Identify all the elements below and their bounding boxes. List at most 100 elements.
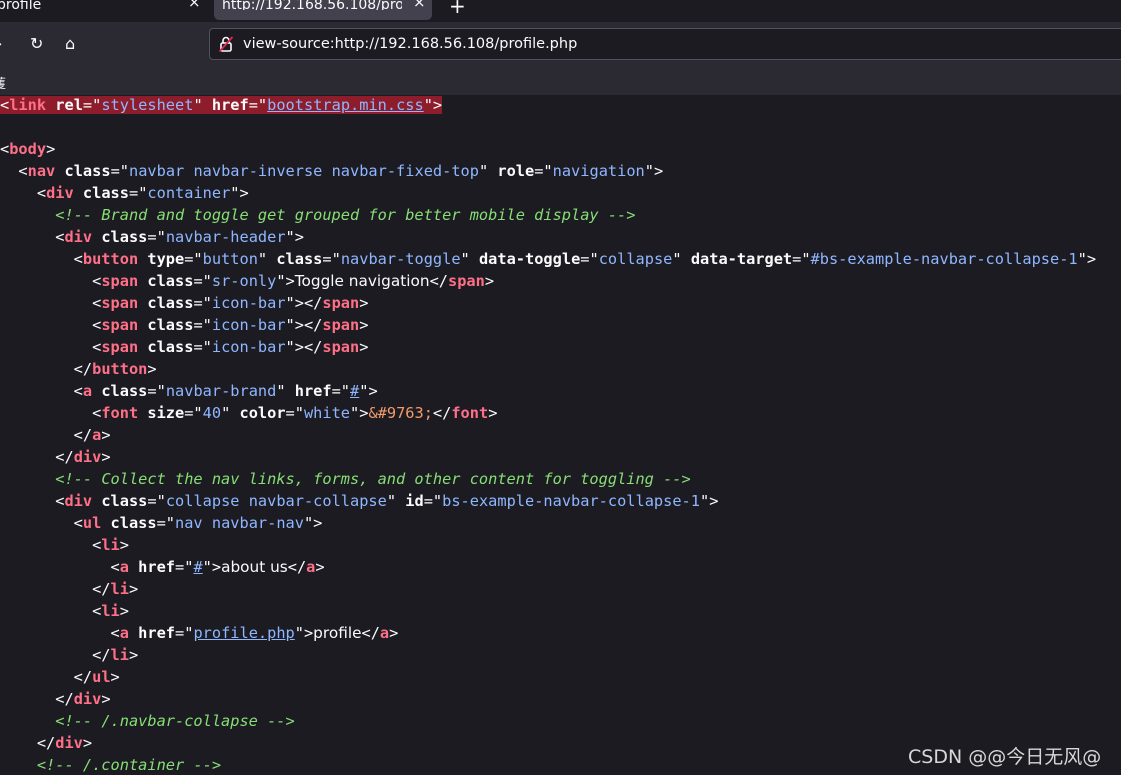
punctuation: < [0, 294, 102, 312]
punctuation: "> [1077, 250, 1097, 268]
punctuation: < [0, 272, 102, 290]
punctuation: > [46, 140, 56, 158]
source-line: <div class="container"> [0, 183, 249, 205]
reload-icon[interactable]: ↻ [30, 36, 43, 52]
punctuation [0, 712, 55, 730]
source-link[interactable]: # [193, 558, 202, 576]
attribute-name: data-toggle [478, 250, 581, 268]
punctuation: "> [699, 492, 719, 510]
tag-name: ul [82, 514, 102, 532]
attribute-value: navbar-brand [165, 382, 277, 400]
attribute-value: icon-bar [211, 338, 286, 356]
tag-name: a [119, 558, 129, 576]
attribute-value: button [202, 250, 258, 268]
page-source-view: <link rel="stylesheet" href="bootstrap.m… [0, 95, 1121, 775]
source-line: <li> [0, 601, 129, 623]
source-line: <a href="profile.php">profile</a> [0, 623, 399, 645]
tag-name: a [82, 382, 93, 400]
source-line: <li> [0, 535, 129, 557]
punctuation [138, 338, 147, 356]
punctuation: < [0, 184, 47, 202]
new-tab-plus-icon[interactable]: + [449, 0, 466, 18]
attribute-name: class [147, 272, 194, 290]
source-line: </a> [0, 425, 111, 447]
tag-name: nav [27, 162, 56, 180]
punctuation: > [119, 536, 129, 554]
attribute-value: icon-bar [211, 294, 286, 312]
punctuation: " [672, 250, 691, 268]
tab-strip: profile × http://192.168.56.108/profile.… [0, 0, 1121, 22]
punctuation: =" [193, 316, 212, 334]
source-line: <!-- Collect the nav links, forms, and o… [0, 469, 690, 491]
attribute-value: navbar-toggle [340, 250, 461, 268]
punctuation [129, 558, 138, 576]
source-line: </button> [0, 359, 157, 381]
punctuation: < [0, 96, 10, 114]
attribute-name: class [110, 514, 157, 532]
tag-name: button [92, 360, 148, 378]
punctuation: < [0, 338, 102, 356]
source-line: <span class="icon-bar"></span> [0, 337, 368, 359]
punctuation: </ [432, 404, 452, 422]
tag-name: font [101, 404, 139, 422]
punctuation [129, 624, 138, 642]
source-link[interactable]: bootstrap.min.css [267, 96, 424, 114]
punctuation: > [484, 272, 495, 290]
punctuation: =" [82, 96, 102, 114]
attribute-name: type [147, 250, 185, 268]
attribute-value: white [303, 404, 351, 422]
insecure-lock-icon[interactable] [219, 36, 233, 52]
punctuation: =" [322, 250, 341, 268]
punctuation: " [193, 96, 212, 114]
source-line: </div> [0, 689, 110, 711]
address-bar[interactable]: view-source:http://192.168.56.108/profil… [209, 28, 1121, 60]
punctuation: </ [0, 690, 74, 708]
attribute-value: nav navbar-nav [175, 514, 304, 532]
attribute-name: data-target [690, 250, 793, 268]
html-comment: <!-- Brand and toggle get grouped for be… [55, 206, 636, 224]
attribute-name: class [276, 250, 323, 268]
home-icon[interactable]: ⌂ [65, 36, 75, 52]
source-link[interactable]: # [350, 382, 359, 400]
attribute-name: href [138, 624, 176, 642]
attribute-value: 40 [202, 404, 222, 422]
url-text: view-source:http://192.168.56.108/profil… [243, 36, 578, 52]
source-line: <span class="icon-bar"></span> [0, 315, 368, 337]
source-line: </div> [0, 733, 92, 755]
source-line: <span class="icon-bar"></span> [0, 293, 368, 315]
forward-arrow-icon[interactable]: › [0, 36, 2, 52]
attribute-name: class [147, 338, 194, 356]
tab-view-source[interactable]: http://192.168.56.108/profile. × [214, 0, 432, 20]
punctuation: =" [184, 404, 203, 422]
punctuation: =" [110, 162, 129, 180]
attribute-name: href [294, 382, 332, 400]
source-line: <button type="button" class="navbar-togg… [0, 249, 1096, 271]
source-line: <a class="navbar-brand" href="#"> [0, 381, 378, 403]
tag-name: li [110, 580, 129, 598]
source-line: <body> [0, 139, 55, 161]
punctuation [46, 96, 55, 114]
close-tab-icon[interactable]: × [188, 0, 201, 10]
source-line: <font size="40" color="white">&#9763;</f… [0, 403, 497, 425]
source-line: </li> [0, 579, 138, 601]
tag-name: body [9, 140, 47, 158]
punctuation [92, 382, 101, 400]
punctuation: </ [0, 426, 93, 444]
source-line: <link rel="stylesheet" href="bootstrap.m… [0, 95, 443, 117]
tab-profile[interactable]: profile × [0, 0, 206, 20]
punctuation: =" [147, 228, 166, 246]
source-link[interactable]: profile.php [193, 624, 294, 642]
punctuation: > [389, 624, 399, 642]
tag-name: span [447, 272, 485, 290]
punctuation: =" [175, 558, 194, 576]
bookmark-item[interactable]: 蒦 [0, 73, 6, 92]
punctuation: < [0, 316, 102, 334]
punctuation: </ [0, 448, 74, 466]
punctuation: < [0, 492, 65, 510]
attribute-value: container [147, 184, 231, 202]
punctuation [138, 272, 147, 290]
punctuation [138, 294, 147, 312]
close-tab-icon[interactable]: × [413, 0, 426, 10]
tag-name: a [119, 624, 129, 642]
attribute-name: rel [55, 96, 83, 114]
